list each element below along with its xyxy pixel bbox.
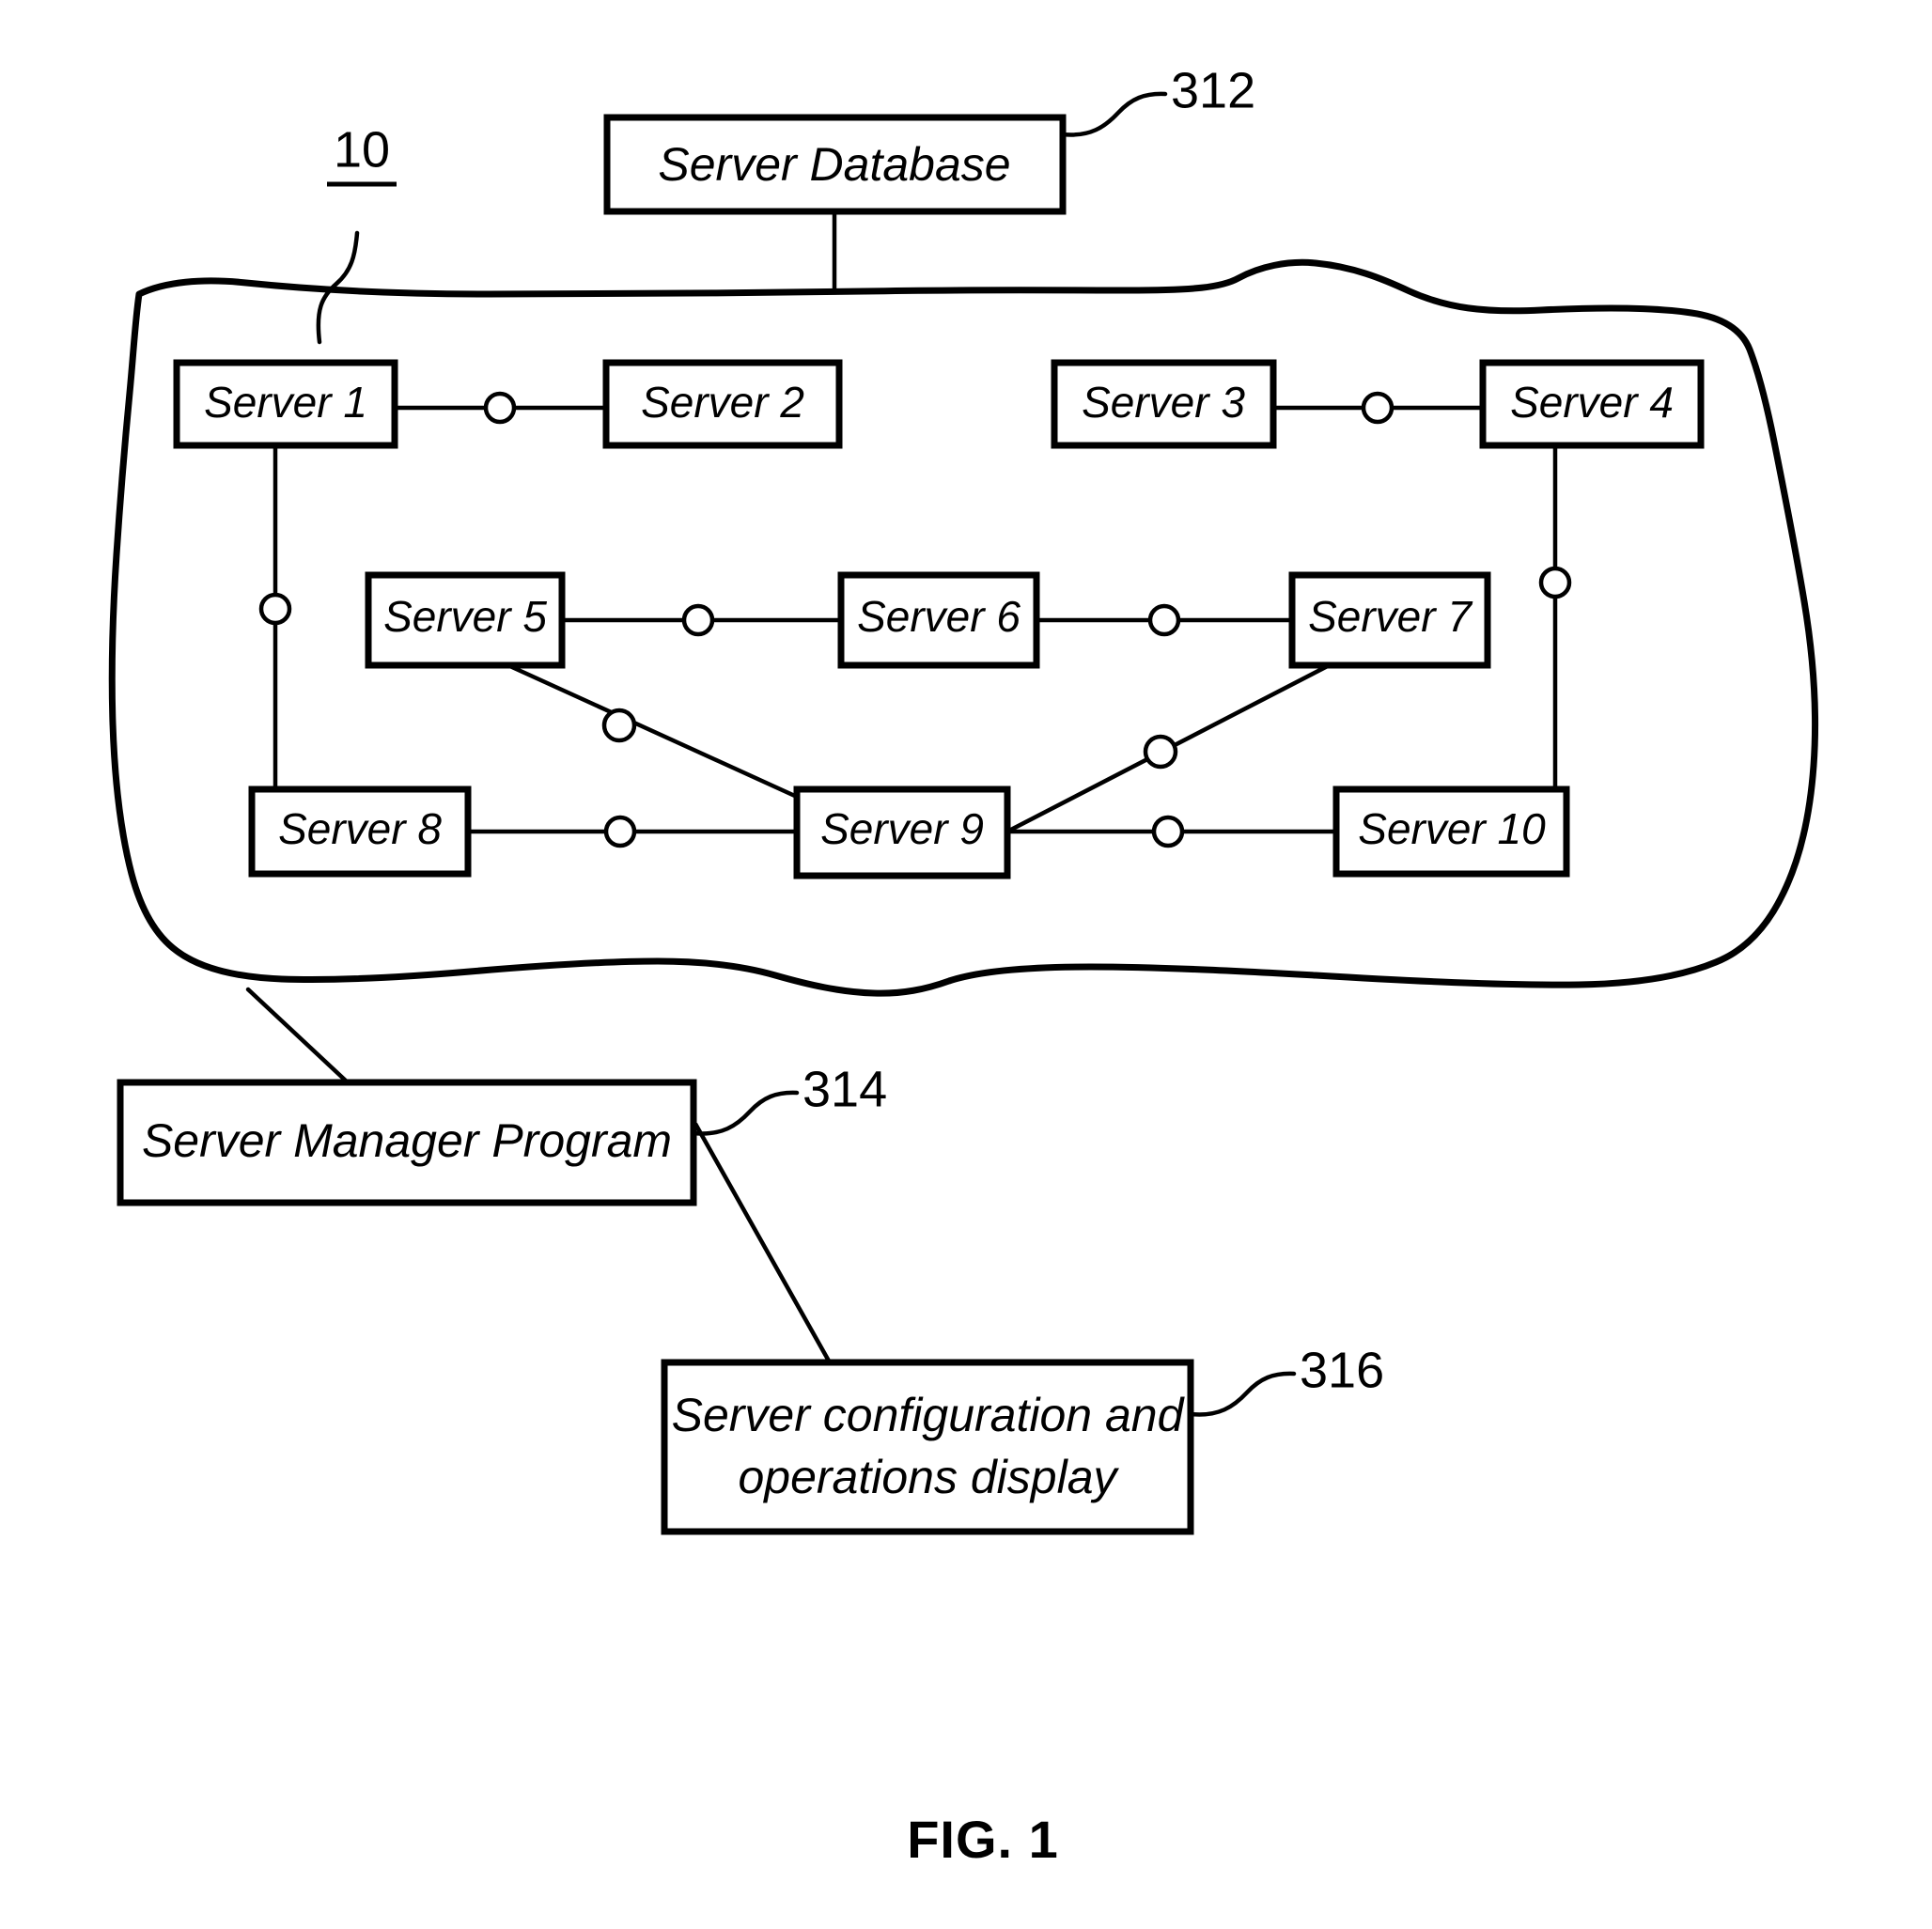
cloud-to-server-manager-leader [245,987,351,1086]
server-database-label: Server Database [658,138,1010,191]
ref-numeral-312: 312 [1171,62,1255,118]
link-node-server1-server8 [258,592,292,626]
server-node-server5[interactable]: Server 5 [365,571,566,669]
server-node-server8[interactable]: Server 8 [248,786,472,878]
ref-numeral-314-leader [691,1090,800,1136]
server2-label: Server 2 [641,378,804,427]
server-manager-program-node[interactable]: Server Manager Program [117,1079,697,1206]
figure-canvas: 10 Server Database 312 Server 1 Server 2… [108,62,1819,1869]
server3-label: Server 3 [1082,378,1245,427]
server10-label: Server 10 [1358,804,1546,853]
server-node-server6[interactable]: Server 6 [837,571,1040,669]
ref-numeral-312-leader [1060,91,1168,137]
server-node-server1[interactable]: Server 1 [173,359,398,449]
ref-numeral-10-group: 10 [316,121,397,345]
ref-numeral-312-group: 312 [1060,62,1255,137]
display-box[interactable] [661,1359,1194,1535]
link-server-manager-to-display [693,1122,833,1366]
server6-label: Server 6 [857,592,1021,641]
server-node-server9[interactable]: Server 9 [793,786,1011,879]
ref-numeral-10: 10 [334,121,390,178]
link-node-server9-server10 [1151,815,1185,848]
ref-numeral-316-leader [1188,1371,1297,1417]
server-database-node[interactable]: Server Database [603,114,1067,215]
link-server5-server9 [491,655,798,800]
link-node-server5-server9 [601,708,637,743]
figure-caption: FIG. 1 [907,1810,1059,1869]
server8-label: Server 8 [278,804,442,853]
ref-numeral-316: 316 [1300,1342,1384,1398]
display-label-line1: Server configuration and [672,1389,1186,1441]
server9-label: Server 9 [820,804,984,853]
server-node-server3[interactable]: Server 3 [1051,359,1277,449]
server7-label: Server 7 [1308,592,1472,641]
link-node-server6-server7 [1147,603,1181,637]
link-node-server3-server4 [1361,391,1394,425]
ref-numeral-314: 314 [802,1061,887,1117]
server4-label: Server 4 [1510,378,1674,427]
display-node[interactable]: Server configuration and operations disp… [661,1359,1194,1535]
link-node-server8-server9 [603,815,637,848]
link-node-server4-server10 [1538,566,1572,599]
server-manager-program-label: Server Manager Program [142,1114,672,1167]
ref-numeral-314-group: 314 [691,1061,887,1136]
ref-numeral-316-group: 316 [1188,1342,1384,1417]
server5-label: Server 5 [383,592,547,641]
server-node-server10[interactable]: Server 10 [1332,786,1570,878]
server-node-server7[interactable]: Server 7 [1288,571,1491,669]
server-node-server2[interactable]: Server 2 [602,359,843,449]
patent-figure-page: 10 Server Database 312 Server 1 Server 2… [0,0,1932,1929]
link-node-server5-server6 [681,603,715,637]
server1-label: Server 1 [204,378,367,427]
server-node-server4[interactable]: Server 4 [1479,359,1705,449]
link-node-server1-server2 [483,391,517,425]
display-label-line2: operations display [738,1451,1119,1503]
link-node-server7-server9 [1143,734,1178,770]
